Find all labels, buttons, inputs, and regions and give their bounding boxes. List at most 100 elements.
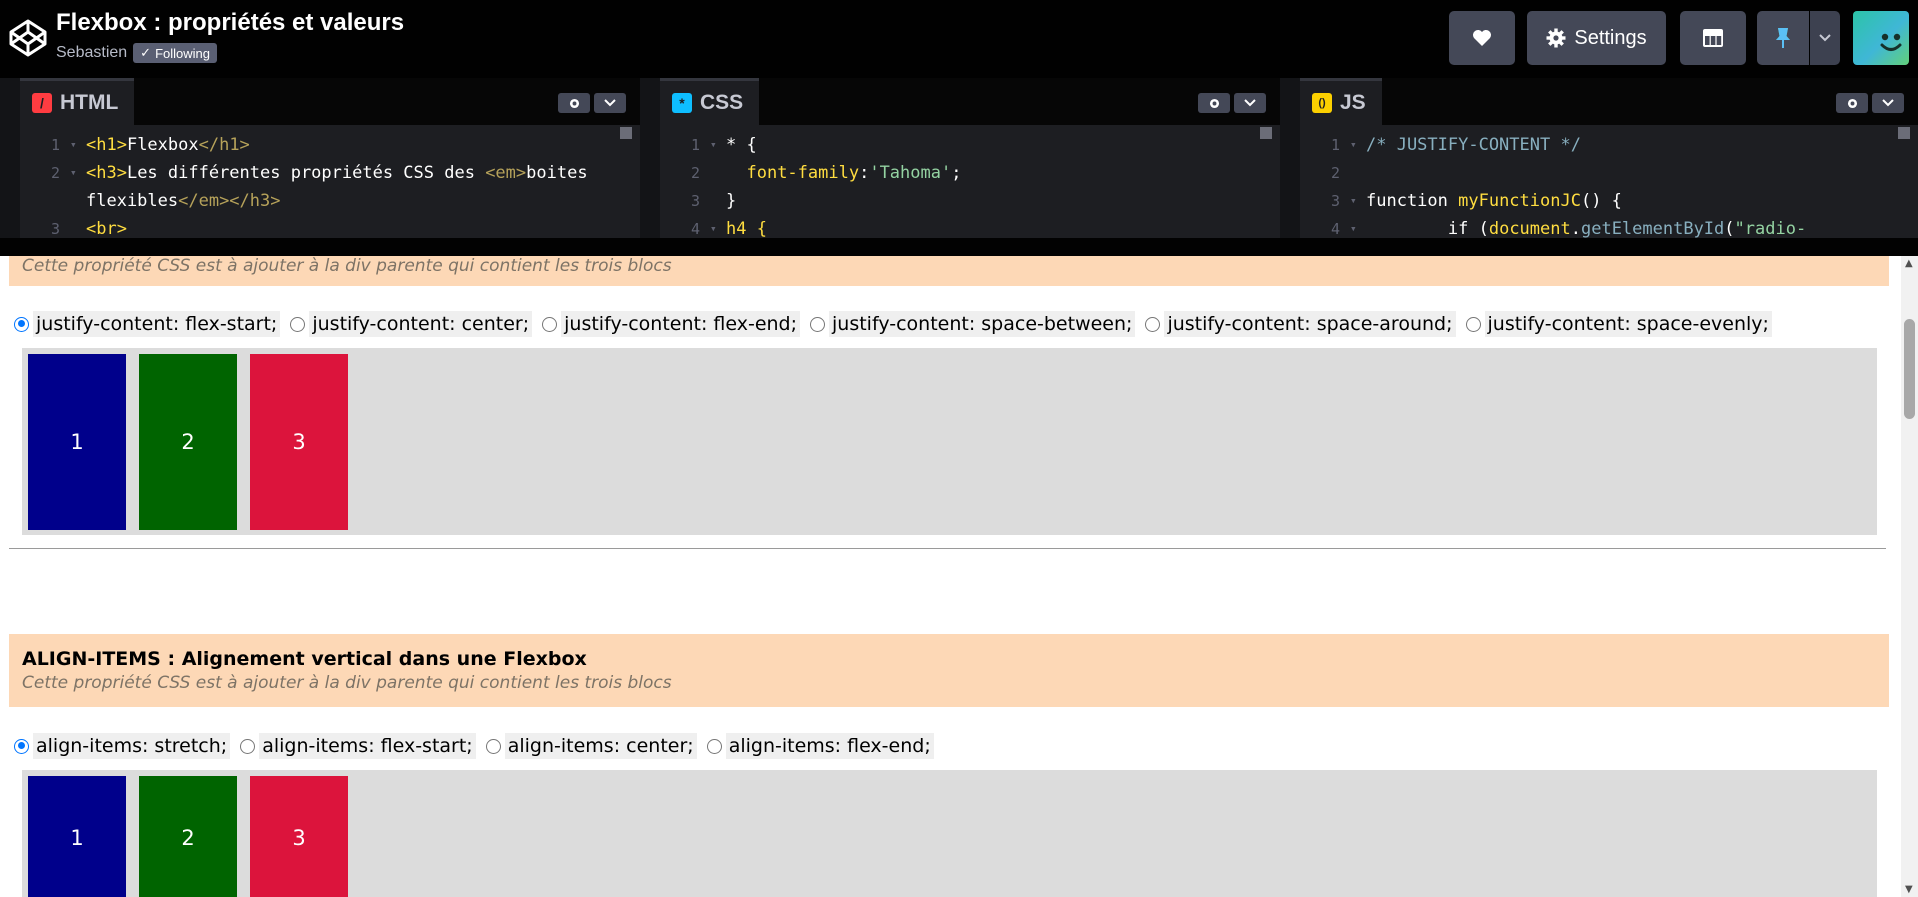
justify-content-section-header: Cette propriété CSS est à ajouter à la d… <box>9 256 1889 286</box>
radio-option-flex-end[interactable]: align-items: flex-end; <box>706 733 934 759</box>
code-token: <em> <box>485 163 527 183</box>
flex-item-2: 2 <box>139 776 237 897</box>
gear-icon <box>1209 98 1219 108</box>
radio-label: align-items: flex-start; <box>259 733 476 759</box>
settings-button[interactable]: Settings <box>1527 11 1666 65</box>
radio-button[interactable] <box>542 316 558 332</box>
css-editor[interactable]: * CSS 1 ▾ * { 2 font-family:'Tahoma'; 3 }… <box>660 78 1280 238</box>
radio-button[interactable] <box>14 738 29 754</box>
check-icon: ✓ <box>140 45 152 60</box>
code-token: if ( <box>1447 219 1489 238</box>
code-line: 4 ▾ h4 { <box>660 215 1280 238</box>
section-subtitle: Cette propriété CSS est à ajouter à la d… <box>22 673 672 693</box>
radio-button[interactable] <box>485 738 501 754</box>
line-number: 3 <box>50 220 60 238</box>
radio-button[interactable] <box>706 738 722 754</box>
html-editor-tab[interactable]: / HTML <box>20 78 135 125</box>
css-editor-collapse-button[interactable] <box>1234 93 1266 113</box>
editor-scrollbar[interactable] <box>1260 127 1272 139</box>
editor-scrollbar[interactable] <box>620 127 632 139</box>
fold-arrow-icon[interactable]: ▾ <box>70 159 86 187</box>
code-token: "radio- <box>1734 219 1807 238</box>
fold-arrow-icon[interactable]: ▾ <box>710 131 726 159</box>
radio-label: align-items: center; <box>504 733 697 759</box>
fold-arrow-icon[interactable]: ▾ <box>710 215 726 238</box>
user-avatar[interactable] <box>1853 11 1909 65</box>
js-editor-tab[interactable]: () JS <box>1300 78 1382 125</box>
flex-item-1: 1 <box>28 354 126 530</box>
editor-scrollbar[interactable] <box>1898 127 1910 139</box>
change-view-button[interactable] <box>1680 11 1746 65</box>
radio-option-center[interactable]: justify-content: center; <box>290 311 533 337</box>
code-token: : <box>859 163 870 183</box>
radio-button[interactable] <box>1465 316 1481 332</box>
css-editor-settings-button[interactable] <box>1198 93 1230 113</box>
following-badge[interactable]: ✓ Following <box>133 43 217 63</box>
code-token: font-family <box>746 163 860 183</box>
top-bar: Flexbox : propriétés et valeurs Sebastie… <box>0 0 1918 78</box>
radio-option-space-around[interactable]: justify-content: space-around; <box>1145 311 1456 337</box>
js-editor-settings-button[interactable] <box>1836 93 1868 113</box>
flex-item-3: 3 <box>250 776 348 897</box>
fold-arrow-icon[interactable]: ▾ <box>1350 131 1366 159</box>
following-label: Following <box>155 45 210 61</box>
heart-button[interactable] <box>1449 11 1515 65</box>
css-code-area[interactable]: 1 ▾ * { 2 font-family:'Tahoma'; 3 } 4 ▾ h4… <box>660 125 1280 238</box>
radio-option-space-evenly[interactable]: justify-content: space-evenly; <box>1465 311 1772 337</box>
code-token: flexibles <box>86 191 179 211</box>
radio-button[interactable] <box>1145 316 1161 332</box>
preview-scrollbar[interactable]: ▲ ▼ <box>1901 256 1918 897</box>
radio-option-center[interactable]: align-items: center; <box>485 733 697 759</box>
codepen-logo-icon[interactable] <box>8 18 48 58</box>
radio-label: justify-content: space-around; <box>1164 311 1456 337</box>
pin-dropdown-button[interactable] <box>1810 11 1840 65</box>
html-badge-icon: / <box>32 93 52 113</box>
js-editor[interactable]: () JS 1 ▾ /* JUSTIFY-CONTENT */ 2 3 ▾ func… <box>1300 78 1918 238</box>
html-editor[interactable]: / HTML 1 ▾ <h1>Flexbox</h1> 2 ▾ <h3>Les di… <box>20 78 640 238</box>
radio-button[interactable] <box>14 316 29 332</box>
scrollbar-thumb[interactable] <box>1904 319 1915 419</box>
radio-label: justify-content: space-between; <box>829 311 1136 337</box>
js-code-area[interactable]: 1 ▾ /* JUSTIFY-CONTENT */ 2 3 ▾ function m… <box>1300 125 1918 238</box>
code-token: * { <box>726 135 757 155</box>
radio-option-stretch[interactable]: align-items: stretch; <box>14 733 231 759</box>
code-line: 4 ▾ if (document.getElementById("radio- <box>1300 215 1918 238</box>
radio-option-flex-start[interactable]: justify-content: flex-start; <box>14 311 281 337</box>
fold-arrow-icon[interactable]: ▾ <box>1350 215 1366 238</box>
gear-icon <box>1546 28 1566 48</box>
html-editor-settings-button[interactable] <box>558 93 590 113</box>
js-tab-label: JS <box>1340 91 1366 114</box>
scroll-down-arrow-icon[interactable]: ▼ <box>1905 884 1913 895</box>
radio-option-space-between[interactable]: justify-content: space-between; <box>810 311 1136 337</box>
code-token: ; <box>951 163 962 183</box>
code-token: 'Tahoma' <box>869 163 952 183</box>
html-editor-collapse-button[interactable] <box>594 93 626 113</box>
fold-arrow-icon[interactable]: ▾ <box>1350 187 1366 215</box>
code-token: <br> <box>86 219 127 238</box>
pin-button[interactable] <box>1757 11 1809 65</box>
radio-option-flex-start[interactable]: align-items: flex-start; <box>240 733 476 759</box>
code-token: boites <box>526 163 588 183</box>
radio-button[interactable] <box>810 316 826 332</box>
scroll-up-arrow-icon[interactable]: ▲ <box>1905 258 1913 269</box>
html-tab-label: HTML <box>60 91 119 114</box>
html-code-area[interactable]: 1 ▾ <h1>Flexbox</h1> 2 ▾ <h3>Les différent… <box>20 125 640 238</box>
js-editor-collapse-button[interactable] <box>1872 93 1904 113</box>
css-editor-tab[interactable]: * CSS <box>660 78 760 125</box>
pen-title[interactable]: Flexbox : propriétés et valeurs <box>56 9 404 37</box>
line-number: 3 <box>1330 192 1340 210</box>
radio-option-flex-end[interactable]: justify-content: flex-end; <box>542 311 801 337</box>
author-name[interactable]: Sebastien <box>56 44 127 62</box>
fold-arrow-icon[interactable]: ▾ <box>70 131 86 159</box>
gear-icon <box>569 98 579 108</box>
line-number: 2 <box>690 164 700 182</box>
radio-button[interactable] <box>240 738 256 754</box>
section-title: ALIGN-ITEMS : Alignement vertical dans u… <box>22 648 587 670</box>
resize-handle[interactable] <box>0 238 1918 256</box>
chevron-down-icon <box>1819 34 1831 42</box>
radio-button[interactable] <box>290 316 306 332</box>
chevron-down-icon <box>604 99 616 107</box>
